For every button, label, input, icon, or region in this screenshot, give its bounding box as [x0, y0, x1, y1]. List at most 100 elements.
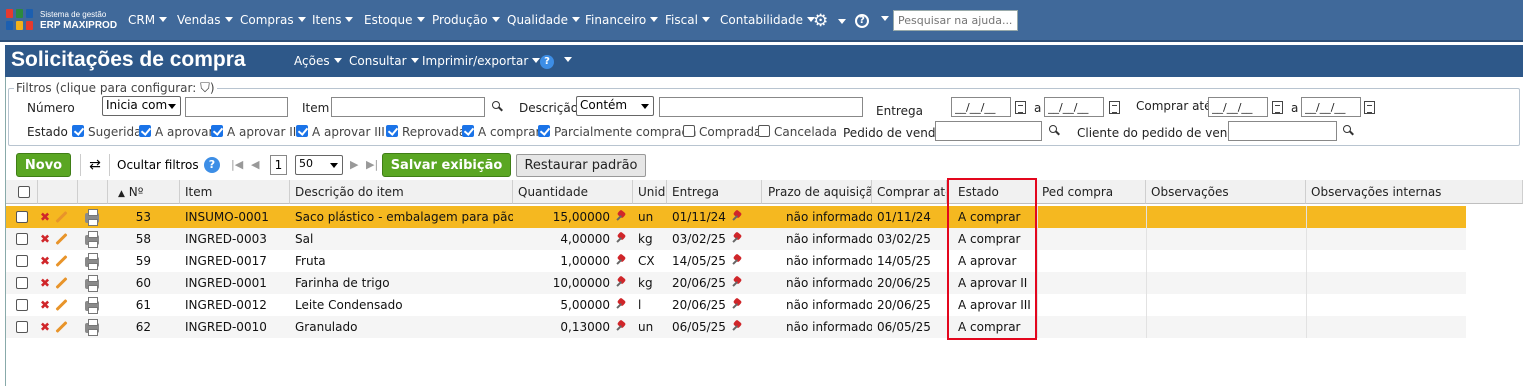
- pin-icon[interactable]: [732, 299, 743, 310]
- comprar-to-input[interactable]: [1301, 97, 1361, 117]
- acoes-menu[interactable]: Ações: [294, 54, 342, 68]
- last-page-icon[interactable]: ▶|: [366, 158, 378, 171]
- help-circle-icon[interactable]: ?: [204, 157, 220, 173]
- pin-icon[interactable]: [616, 211, 627, 222]
- search-icon[interactable]: [1342, 124, 1354, 136]
- menu-qualidade[interactable]: Qualidade: [507, 13, 581, 27]
- estado-a-aprovar-ii-checkbox[interactable]: [211, 125, 223, 137]
- calendar-icon[interactable]: [1015, 101, 1026, 114]
- delete-icon[interactable]: ✖: [40, 298, 50, 312]
- search-icon[interactable]: [1048, 124, 1060, 136]
- pin-icon[interactable]: [616, 321, 627, 332]
- row-checkbox[interactable]: [16, 255, 28, 267]
- salvar-exibicao-button[interactable]: Salvar exibição: [382, 153, 511, 177]
- first-page-icon[interactable]: |◀: [231, 158, 243, 171]
- table-row[interactable]: ✖ 60 INGRED-0001 Farinha de trigo 10,00000 kg…: [6, 272, 1466, 294]
- row-checkbox[interactable]: [16, 277, 28, 289]
- table-row[interactable]: ✖ 53 INSUMO-0001 Saco plástico - embalagem …: [6, 206, 1466, 228]
- per-page-select[interactable]: 50: [295, 155, 343, 175]
- col-comprar-ate[interactable]: Comprar até: [872, 180, 947, 204]
- edit-icon[interactable]: [55, 298, 68, 312]
- pin-icon[interactable]: [732, 321, 743, 332]
- entrega-from-input[interactable]: [951, 97, 1011, 117]
- pin-icon[interactable]: [616, 277, 627, 288]
- row-checkbox[interactable]: [16, 211, 28, 223]
- ocultar-filtros-button[interactable]: Ocultar filtros: [117, 158, 199, 172]
- help-menu[interactable]: ?: [855, 12, 889, 28]
- row-checkbox[interactable]: [16, 299, 28, 311]
- consultar-menu[interactable]: Consultar: [349, 54, 419, 68]
- table-row[interactable]: ✖ 62 INGRED-0010 Granulado 0,13000 un 06/05/25…: [6, 316, 1466, 338]
- edit-icon[interactable]: [55, 276, 68, 290]
- pin-icon[interactable]: [732, 211, 743, 222]
- edit-icon[interactable]: [55, 254, 68, 268]
- col-quantidade[interactable]: Quantidade: [513, 180, 633, 204]
- calendar-icon[interactable]: [1272, 101, 1283, 114]
- estado-cancelada-checkbox[interactable]: [758, 125, 770, 137]
- calendar-icon[interactable]: [1364, 101, 1375, 114]
- entrega-to-input[interactable]: [1044, 97, 1104, 117]
- refresh-icon[interactable]: ⇄: [80, 154, 110, 176]
- pin-icon[interactable]: [732, 255, 743, 266]
- menu-financeiro[interactable]: Financeiro: [585, 13, 659, 27]
- pin-icon[interactable]: [616, 299, 627, 310]
- delete-icon[interactable]: ✖: [40, 254, 50, 268]
- cell-item[interactable]: INGRED-0012: [180, 294, 290, 316]
- print-icon[interactable]: [85, 253, 99, 270]
- imprimir-exportar-menu[interactable]: Imprimir/exportar: [422, 54, 541, 68]
- print-icon[interactable]: [85, 297, 99, 314]
- col-prazo[interactable]: Prazo de aquisição: [762, 180, 872, 204]
- table-row[interactable]: ✖ 59 INGRED-0017 Fruta 1,00000 CX 14/05/25 não …: [6, 250, 1466, 272]
- col-entrega[interactable]: Entrega: [667, 180, 762, 204]
- table-row[interactable]: ✖ 61 INGRED-0012 Leite Condensado 5,00000 l 20…: [6, 294, 1466, 316]
- pin-icon[interactable]: [616, 233, 627, 244]
- cell-item[interactable]: INGRED-0010: [180, 316, 290, 338]
- menu-estoque[interactable]: Estoque: [364, 13, 425, 27]
- row-checkbox[interactable]: [16, 321, 28, 333]
- page-help-menu[interactable]: ?: [540, 53, 572, 69]
- search-icon[interactable]: [491, 100, 503, 112]
- estado-reprovada-checkbox[interactable]: [386, 125, 398, 137]
- novo-button[interactable]: Novo: [16, 153, 71, 177]
- col-observacoes-internas[interactable]: Observações internas: [1306, 180, 1523, 204]
- restaurar-padrao-button[interactable]: Restaurar padrão: [516, 154, 646, 177]
- cliente-pedido-input[interactable]: [1228, 121, 1337, 141]
- menu-fiscal[interactable]: Fiscal: [665, 13, 710, 27]
- calendar-icon[interactable]: [1109, 101, 1120, 114]
- prev-page-icon[interactable]: ◀: [251, 158, 259, 171]
- menu-contabilidade[interactable]: Contabilidade: [720, 13, 815, 27]
- col-item[interactable]: Item: [180, 180, 290, 204]
- delete-icon[interactable]: ✖: [40, 276, 50, 290]
- menu-crm[interactable]: CRM: [128, 13, 168, 27]
- edit-icon[interactable]: [55, 210, 68, 224]
- col-numero[interactable]: ▲ Nº: [108, 180, 180, 204]
- next-page-icon[interactable]: ▶: [350, 158, 358, 171]
- estado-a-comprar-checkbox[interactable]: [462, 125, 474, 137]
- table-row[interactable]: ✖ 58 INGRED-0003 Sal 4,00000 kg 03/02/25 não in…: [6, 228, 1466, 250]
- col-ped-compra[interactable]: Ped compra: [1037, 180, 1146, 204]
- estado-comprada-checkbox[interactable]: [683, 125, 695, 137]
- numero-mode-select[interactable]: Inicia com: [102, 96, 181, 116]
- cell-item[interactable]: INSUMO-0001: [180, 206, 290, 228]
- print-icon[interactable]: [85, 231, 99, 248]
- print-icon[interactable]: [85, 275, 99, 292]
- select-all-checkbox[interactable]: [18, 186, 30, 198]
- menu-vendas[interactable]: Vendas: [177, 13, 233, 27]
- pin-icon[interactable]: [732, 233, 743, 244]
- cell-item[interactable]: INGRED-0001: [180, 272, 290, 294]
- edit-icon[interactable]: [55, 232, 68, 246]
- estado-a-aprovar-iii-checkbox[interactable]: [296, 125, 308, 137]
- filters-legend[interactable]: Filtros (clique para configurar: ⛉): [14, 81, 217, 96]
- estado-sugerida-checkbox[interactable]: [72, 125, 84, 137]
- row-checkbox[interactable]: [16, 233, 28, 245]
- pin-icon[interactable]: [616, 255, 627, 266]
- page-number-input[interactable]: 1: [270, 155, 287, 175]
- help-search-input[interactable]: [893, 10, 1018, 31]
- pin-icon[interactable]: [732, 277, 743, 288]
- comprar-from-input[interactable]: [1208, 97, 1268, 117]
- numero-input[interactable]: [185, 97, 288, 117]
- cell-item[interactable]: INGRED-0003: [180, 228, 290, 250]
- print-icon[interactable]: [85, 209, 99, 226]
- cell-item[interactable]: INGRED-0017: [180, 250, 290, 272]
- delete-icon[interactable]: ✖: [40, 320, 50, 334]
